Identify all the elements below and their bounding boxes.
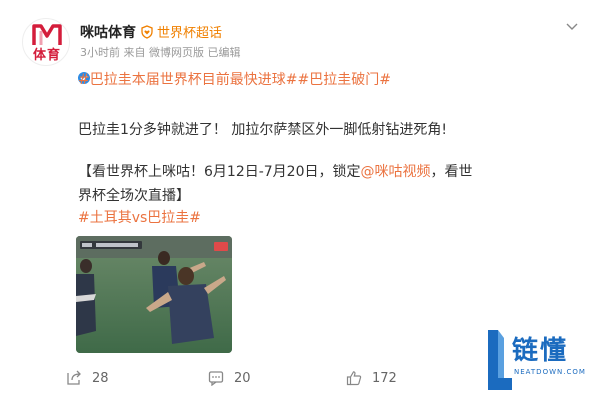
hashtag-line: #土耳其vs巴拉圭#	[78, 206, 558, 230]
hashtag-link[interactable]: #土耳其vs巴拉圭#	[78, 210, 201, 226]
share-count: 28	[92, 370, 109, 386]
author-name[interactable]: 咪咕体育	[80, 22, 136, 42]
hashtag-link[interactable]: #巴拉圭破门#	[297, 72, 390, 88]
post-text: 巴拉圭1分多钟就进了！ 加拉尔萨禁区外一脚低射钻进死角!	[78, 122, 447, 138]
watermark-logo-icon	[488, 330, 512, 390]
like-icon	[346, 371, 362, 386]
comment-icon	[208, 371, 224, 386]
hashtag-line: #巴拉圭本届世界杯目前最快进球##巴拉圭破门#	[78, 68, 558, 92]
like-count: 172	[372, 370, 397, 386]
share-button[interactable]: 28	[66, 370, 109, 386]
post-text-promo: 【看世界杯上咪咕！6月12日-7月20日，锁定@咪咕视频，看世界杯全场次直播】	[78, 164, 473, 204]
post-meta: 3小时前 来自 微博网页版 已编辑	[80, 46, 241, 59]
video-frame-image	[76, 236, 232, 353]
hashtag-link[interactable]: #巴拉圭本届世界杯目前最快进球#	[78, 72, 297, 88]
share-icon	[67, 370, 81, 385]
chevron-down-icon[interactable]	[566, 22, 578, 32]
avatar-label: 体育	[32, 48, 61, 63]
watermark-subtext: NEATDOWN.COM	[514, 368, 586, 376]
live-badge	[214, 242, 228, 251]
comment-button[interactable]: 20	[208, 370, 251, 386]
video-thumbnail[interactable]	[76, 236, 232, 353]
watermark-text: 链懂	[512, 336, 569, 366]
watermark: 链懂 NEATDOWN.COM	[484, 328, 596, 396]
shield-heart-icon	[141, 24, 153, 39]
mention-link[interactable]: @咪咕视频	[361, 164, 431, 180]
comment-count: 20	[234, 370, 251, 386]
avatar[interactable]: 体育	[22, 18, 91, 85]
topic-badge[interactable]: 世界杯超话	[140, 22, 222, 41]
like-button[interactable]: 172	[346, 370, 397, 386]
topic-label: 世界杯超话	[157, 26, 223, 41]
